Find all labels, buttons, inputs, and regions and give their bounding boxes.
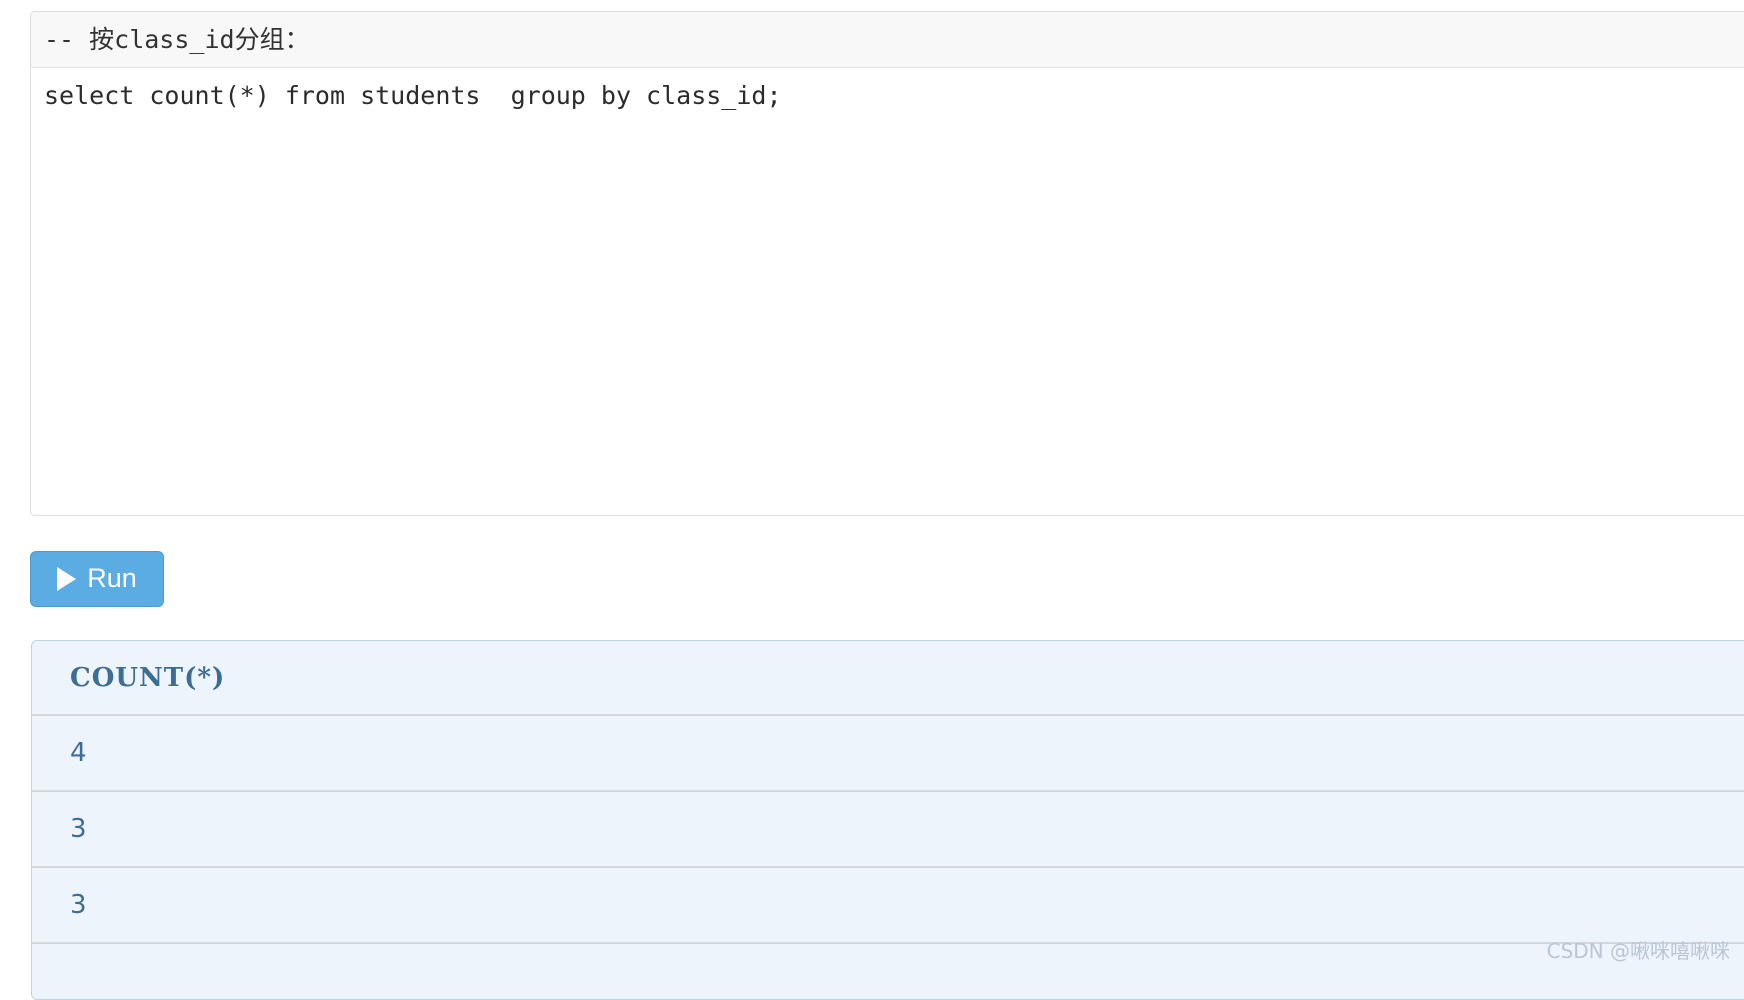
result-table: COUNT(*) 4 3 3 xyxy=(32,641,1744,944)
cell-count-1: 4 xyxy=(32,715,1744,792)
cell-count-3: 3 xyxy=(32,867,1744,944)
table-row: 3 xyxy=(32,791,1744,868)
result-table-head: COUNT(*) xyxy=(32,641,1744,716)
sql-playground-page: -- 按class_id分组： select count(*) from stu… xyxy=(0,0,1744,1000)
csdn-watermark: CSDN @啾咪嘻啾咪 xyxy=(1546,939,1730,963)
query-result-panel: COUNT(*) 4 3 3 xyxy=(31,640,1744,1000)
table-header-row: COUNT(*) xyxy=(32,641,1744,716)
result-table-body: 4 3 3 xyxy=(32,715,1744,944)
table-row: 4 xyxy=(32,715,1744,792)
run-button[interactable]: Run xyxy=(30,551,164,607)
cell-count-2: 3 xyxy=(32,791,1744,868)
sql-code-line-statement[interactable]: select count(*) from students group by c… xyxy=(31,68,1744,123)
sql-editor-content[interactable]: -- 按class_id分组： select count(*) from stu… xyxy=(31,12,1744,123)
sql-editor[interactable]: -- 按class_id分组： select count(*) from stu… xyxy=(30,11,1744,516)
run-button-label: Run xyxy=(87,562,137,593)
column-header-count: COUNT(*) xyxy=(32,641,1744,716)
play-icon xyxy=(57,567,77,591)
sql-code-line-comment[interactable]: -- 按class_id分组： xyxy=(31,12,1744,68)
table-row: 3 xyxy=(32,867,1744,944)
